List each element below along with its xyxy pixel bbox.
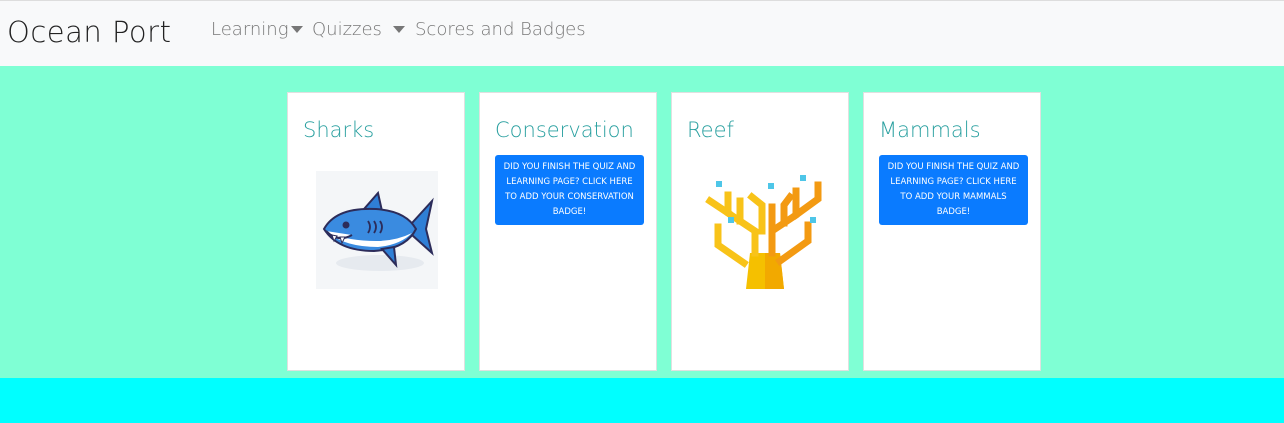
main-content: Sharks Conservation Did you finish the bbox=[0, 66, 1284, 378]
card-title: Sharks bbox=[303, 118, 375, 142]
card-title: Reef bbox=[687, 118, 734, 142]
card-title: Mammals bbox=[879, 118, 981, 142]
shark-icon bbox=[316, 171, 438, 289]
card-conservation[interactable]: Conservation Did you finish the quiz and… bbox=[479, 92, 657, 371]
card-reef[interactable]: Reef bbox=[671, 92, 849, 371]
nav-scores-and-badges[interactable]: Scores and Badges bbox=[415, 19, 586, 40]
card-mammals[interactable]: Mammals Did you finish the quiz and lear… bbox=[863, 92, 1041, 371]
add-mammals-badge-button[interactable]: Did you finish the quiz and learning pag… bbox=[879, 155, 1028, 225]
navbar: Ocean Port Learning Quizzes Scores and B… bbox=[0, 0, 1284, 66]
add-conservation-badge-button[interactable]: Did you finish the quiz and learning pag… bbox=[495, 155, 644, 225]
coral-icon bbox=[705, 175, 822, 289]
nav-learning[interactable]: Learning bbox=[211, 19, 289, 40]
learning-dropdown-caret-icon[interactable] bbox=[291, 26, 303, 33]
nav-quizzes[interactable]: Quizzes bbox=[312, 19, 382, 40]
brand-logo[interactable]: Ocean Port bbox=[7, 15, 171, 49]
footer-band bbox=[0, 378, 1284, 423]
card-title: Conservation bbox=[495, 118, 634, 142]
card-sharks[interactable]: Sharks bbox=[287, 92, 465, 371]
quizzes-dropdown-caret-icon[interactable] bbox=[393, 26, 405, 33]
